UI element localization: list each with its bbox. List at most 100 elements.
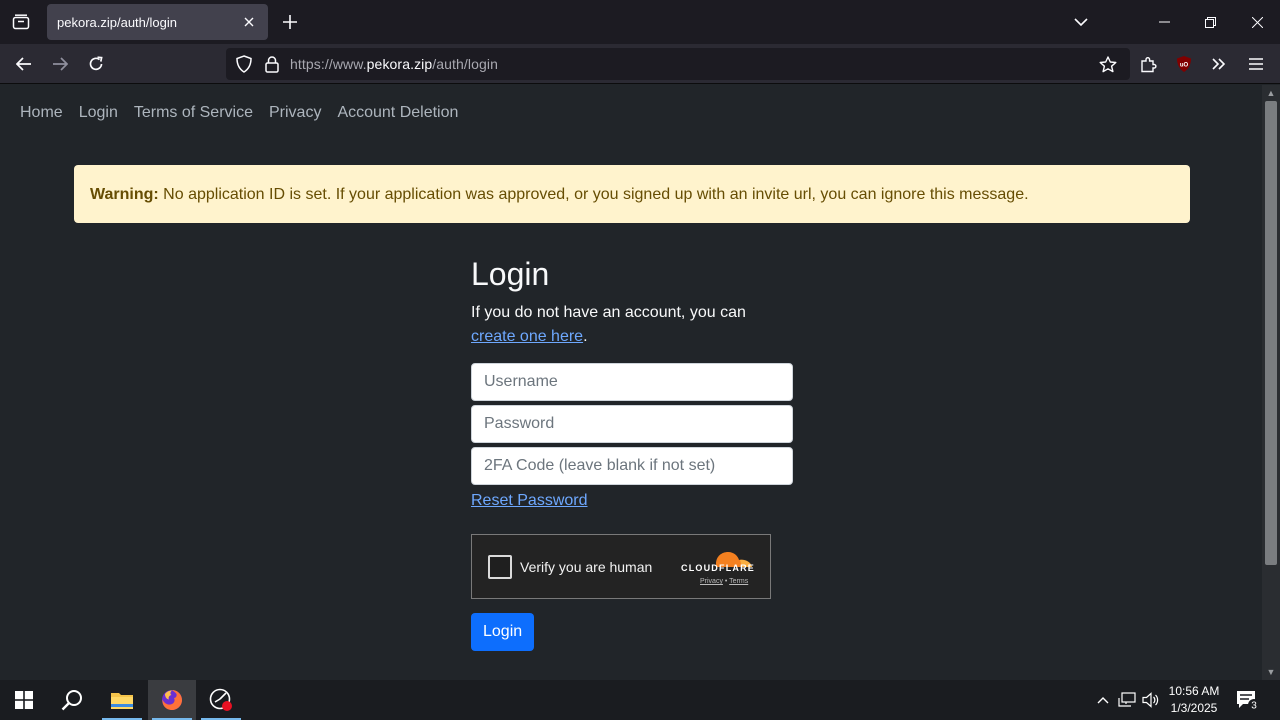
plus-icon [283, 15, 297, 29]
restore-button[interactable] [1187, 0, 1233, 44]
signup-prompt: If you do not have an account, you can c… [471, 301, 793, 349]
back-button[interactable] [10, 50, 38, 78]
reload-button[interactable] [82, 50, 110, 78]
notification-count: 3 [1251, 701, 1257, 712]
site-nav: Home Login Terms of Service Privacy Acco… [20, 104, 474, 122]
tab-title: pekora.zip/auth/login [57, 14, 177, 30]
signup-prompt-end: . [583, 328, 588, 346]
close-window-button[interactable] [1234, 0, 1280, 44]
captcha-checkbox[interactable] [488, 555, 512, 580]
svg-text:uO: uO [1180, 63, 1189, 69]
forward-button[interactable] [46, 50, 74, 78]
login-form: Login If you do not have an account, you… [471, 255, 793, 652]
login-button[interactable]: Login [471, 613, 535, 652]
ublock-origin-button[interactable]: uO [1170, 50, 1198, 78]
lock-icon [265, 55, 279, 73]
url-prefix: https://www. [290, 56, 367, 72]
network-tray-icon[interactable] [1116, 680, 1138, 720]
start-button[interactable] [0, 680, 48, 720]
close-icon [244, 17, 254, 27]
firefox-view-icon [12, 14, 30, 30]
clock-time: 10:56 AM [1168, 684, 1220, 698]
search-button[interactable] [48, 680, 96, 720]
firefox-taskbar-button[interactable] [148, 680, 196, 720]
app-icon [209, 688, 232, 711]
page-scrollbar[interactable]: ▲ ▼ [1262, 85, 1280, 680]
overflow-menu-button[interactable] [1205, 50, 1233, 78]
notification-icon: 3 [1237, 691, 1260, 712]
login-fields [471, 363, 793, 486]
puzzle-icon [1140, 56, 1157, 72]
username-input[interactable] [471, 363, 793, 402]
taskbar-clock[interactable]: 10:56 AM 1/3/2025 [1160, 683, 1228, 717]
network-icon [1118, 692, 1136, 707]
restore-icon [1204, 16, 1216, 28]
tracking-protection-icon[interactable] [234, 54, 254, 74]
nav-link-privacy[interactable]: Privacy [269, 104, 321, 122]
twofa-input[interactable] [471, 447, 793, 486]
firefox-view-button[interactable] [0, 0, 42, 44]
url-path: /auth/login [432, 56, 498, 72]
speaker-icon [1142, 692, 1159, 708]
nav-link-login[interactable]: Login [79, 104, 118, 122]
captcha-brand: CLOUDFLARE [681, 563, 755, 574]
captcha-links: Privacy • Terms [700, 578, 748, 585]
tab-strip: pekora.zip/auth/login [0, 0, 1280, 44]
tab-close-button[interactable] [240, 13, 258, 31]
search-icon [61, 690, 82, 711]
windows-logo-icon [15, 691, 33, 709]
file-explorer-button[interactable] [98, 680, 146, 720]
signup-prompt-text: If you do not have an account, you can [471, 304, 746, 322]
site-info-icon[interactable] [262, 54, 282, 74]
tab-active[interactable]: pekora.zip/auth/login [47, 4, 268, 40]
volume-tray-icon[interactable] [1140, 680, 1162, 720]
folder-icon [111, 693, 133, 709]
warning-alert: Warning: No application ID is set. If yo… [74, 165, 1190, 223]
create-account-link[interactable]: create one here [471, 328, 583, 345]
new-tab-button[interactable] [278, 8, 302, 36]
browser-navbar: https://www.pekora.zip/auth/login uO [0, 44, 1280, 84]
page-content: Home Login Terms of Service Privacy Acco… [0, 85, 1262, 680]
minimize-icon [1158, 21, 1170, 23]
taskbar: 10:56 AM 1/3/2025 3 [0, 680, 1280, 720]
app-taskbar-button[interactable] [197, 680, 245, 720]
alert-label: Warning: [90, 186, 159, 203]
scroll-up-arrow-icon[interactable]: ▲ [1266, 88, 1276, 98]
chevron-up-icon [1097, 697, 1109, 704]
clock-date: 1/3/2025 [1170, 701, 1218, 715]
close-icon [1251, 16, 1263, 28]
firefox-icon [162, 690, 182, 710]
app-menu-button[interactable] [1242, 50, 1270, 78]
captcha-widget: Verify you are human CLOUDFLARE Privacy … [471, 534, 771, 600]
password-input[interactable] [471, 405, 793, 444]
action-center-button[interactable]: 3 [1234, 680, 1262, 720]
nav-link-home[interactable]: Home [20, 104, 63, 122]
bookmark-star-button[interactable] [1098, 54, 1118, 74]
captcha-label: Verify you are human [520, 559, 653, 576]
hamburger-icon [1249, 58, 1263, 70]
ublock-icon: uO [1177, 56, 1191, 72]
shield-icon [236, 55, 252, 73]
captcha-privacy-link[interactable]: Privacy [700, 578, 723, 585]
url-text: https://www.pekora.zip/auth/login [290, 56, 498, 72]
scrollbar-thumb[interactable] [1265, 101, 1277, 565]
chevron-down-icon [1074, 17, 1088, 26]
arrow-right-icon [53, 57, 68, 71]
arrow-left-icon [16, 57, 31, 71]
address-bar[interactable]: https://www.pekora.zip/auth/login [226, 48, 1130, 80]
alert-message: No application ID is set. If your applic… [158, 186, 1029, 203]
nav-link-terms[interactable]: Terms of Service [134, 104, 253, 122]
scroll-down-arrow-icon[interactable]: ▼ [1266, 667, 1276, 677]
show-hidden-icons-button[interactable] [1092, 680, 1114, 720]
reset-password-link[interactable]: Reset Password [471, 492, 588, 510]
url-host: pekora.zip [366, 56, 433, 72]
reload-icon [89, 56, 103, 71]
double-chevron-right-icon [1212, 58, 1226, 70]
star-icon [1099, 55, 1117, 72]
page-title: Login [471, 256, 550, 292]
nav-link-account-deletion[interactable]: Account Deletion [337, 104, 458, 122]
extensions-button[interactable] [1134, 50, 1162, 78]
minimize-button[interactable] [1141, 0, 1187, 44]
list-all-tabs-button[interactable] [1058, 0, 1104, 44]
captcha-terms-link[interactable]: Terms [729, 578, 748, 585]
